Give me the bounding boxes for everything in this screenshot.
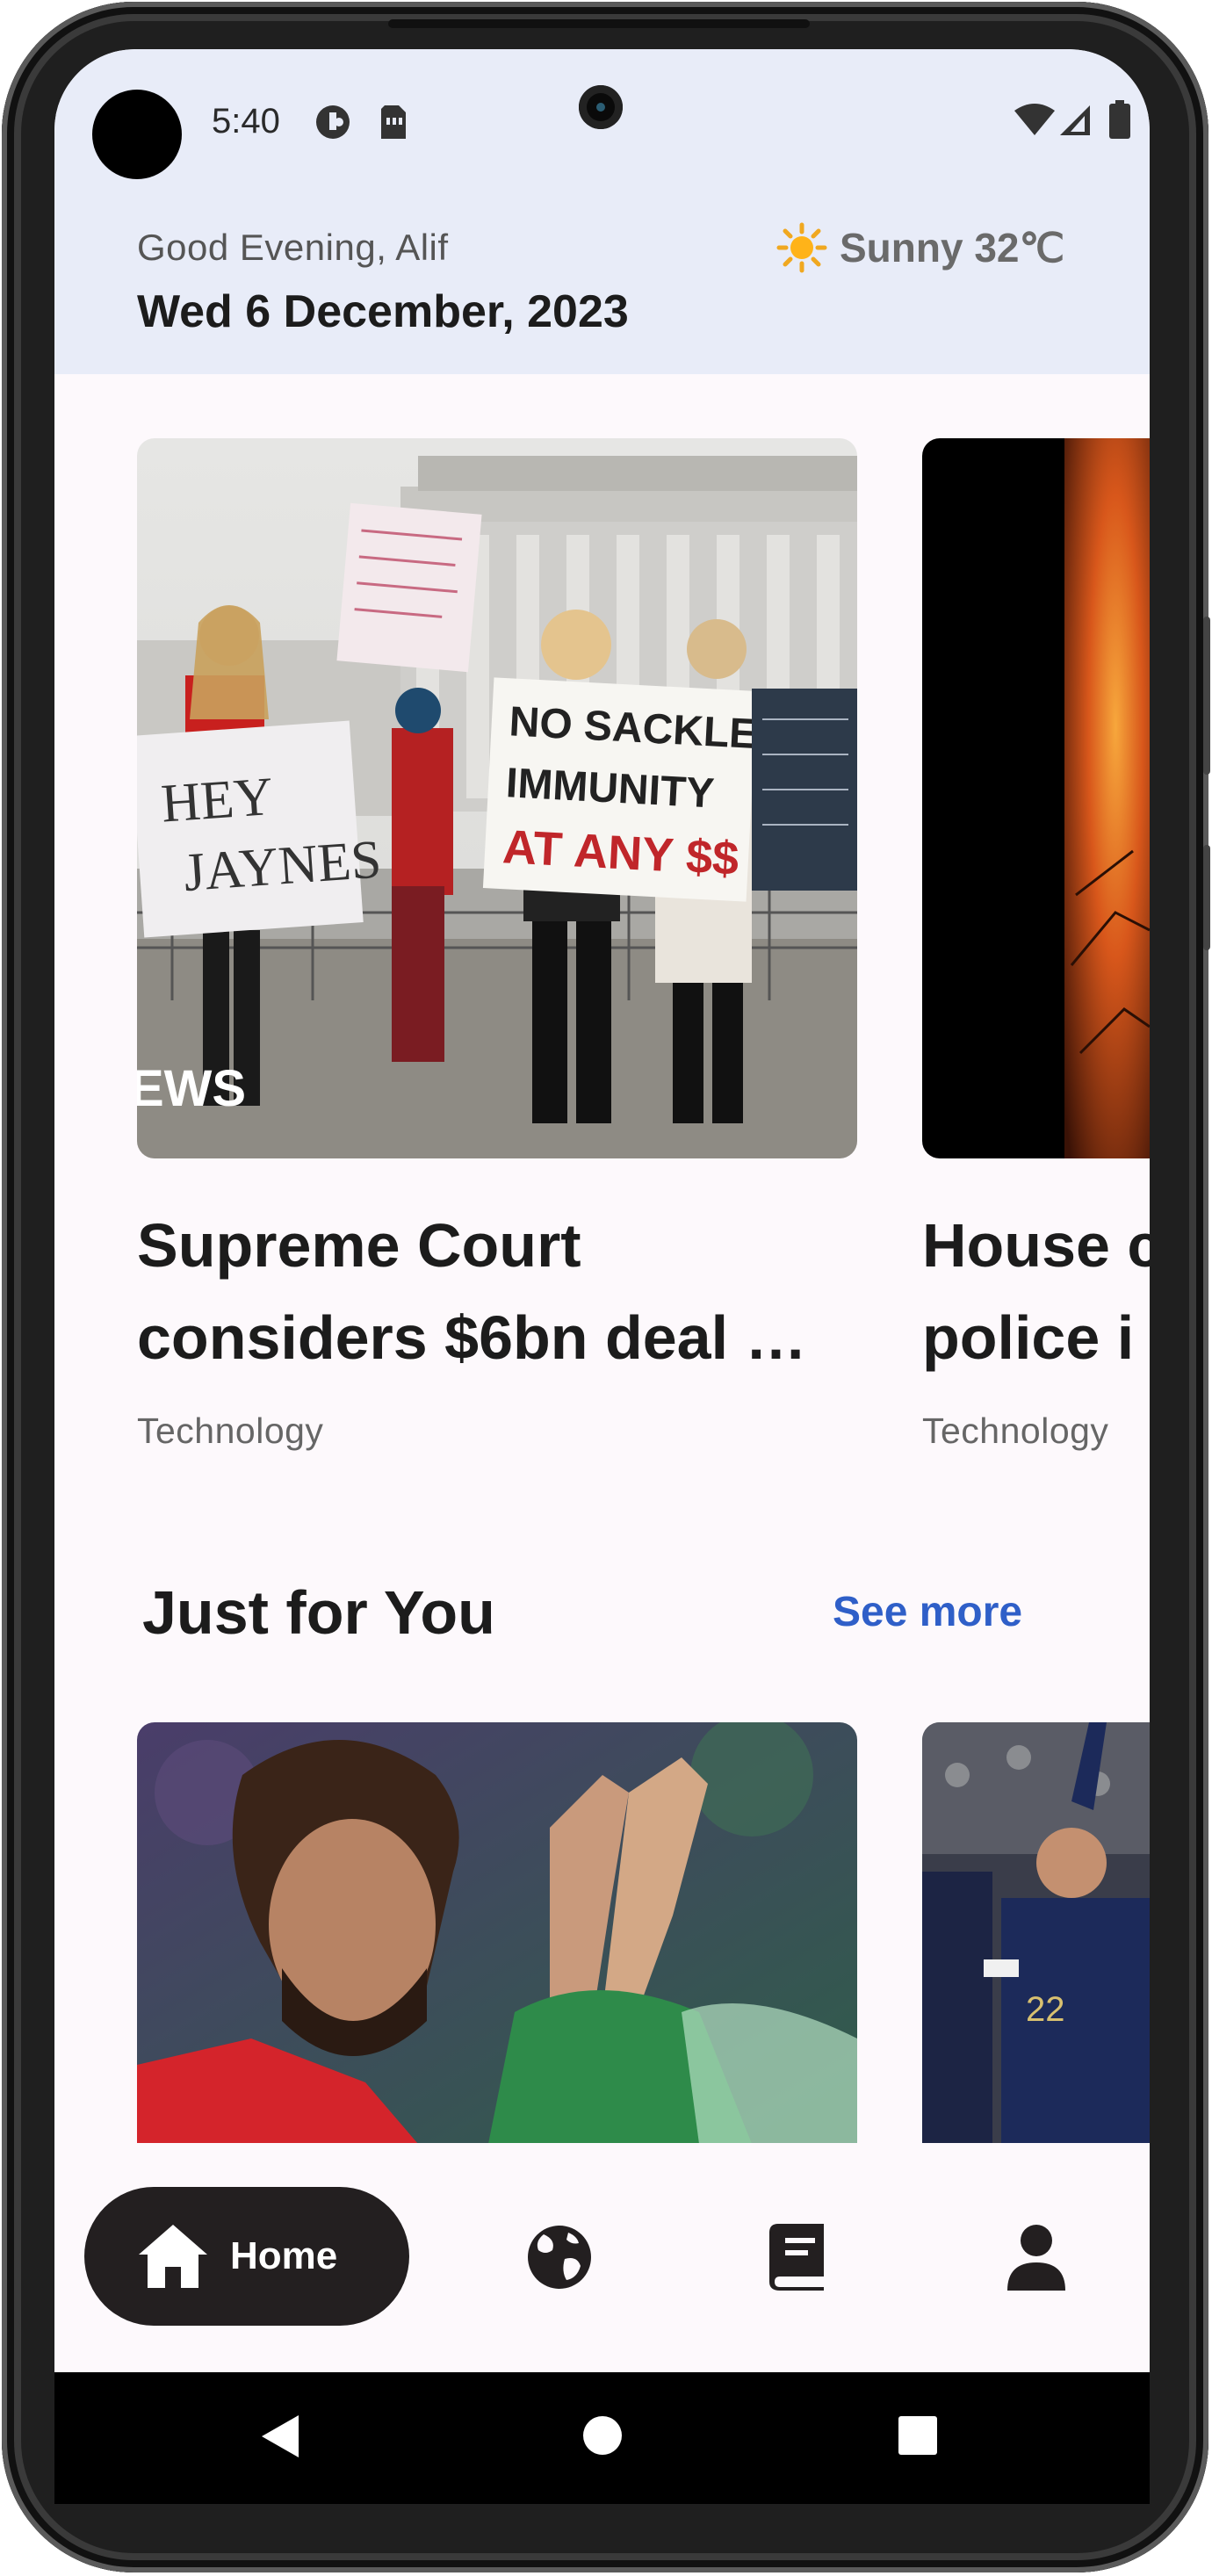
home-icon bbox=[139, 2225, 207, 2288]
weather-widget: Sunny 32℃ bbox=[776, 222, 1064, 273]
recents-icon[interactable] bbox=[898, 2415, 938, 2456]
headline-title-line1[interactable]: Supreme Court bbox=[137, 1200, 866, 1292]
svg-text:HEY: HEY bbox=[159, 767, 275, 834]
greeting-text: Good Evening, Alif bbox=[137, 227, 449, 268]
section-title: Just for You bbox=[142, 1578, 495, 1647]
globe-icon bbox=[528, 2226, 591, 2289]
book-icon bbox=[769, 2224, 824, 2291]
nav-explore-button[interactable] bbox=[520, 2218, 599, 2297]
volume-key bbox=[1203, 617, 1210, 775]
battery-icon bbox=[1109, 100, 1130, 139]
date-text: Wed 6 December, 2023 bbox=[137, 286, 629, 337]
see-more-link[interactable]: See more bbox=[833, 1588, 1022, 1636]
headline-image[interactable]: HEY JAYNES NO SACKLER IMMUNITY AT ANY $$… bbox=[137, 438, 857, 1158]
back-icon[interactable] bbox=[260, 2414, 300, 2459]
weather-text: Sunny 32℃ bbox=[840, 225, 1065, 271]
svg-text:22: 22 bbox=[1026, 1990, 1065, 2029]
sun-icon bbox=[776, 222, 827, 273]
nav-bookmarks-button[interactable] bbox=[759, 2218, 838, 2297]
wifi-icon bbox=[1014, 104, 1055, 135]
profile-icon bbox=[1007, 2225, 1065, 2291]
nav-home-button[interactable]: Home bbox=[84, 2187, 409, 2326]
headline-title-line2[interactable]: police i bbox=[922, 1292, 1150, 1384]
sim-card-icon bbox=[381, 105, 406, 139]
news-card-image[interactable]: 22 bbox=[922, 1722, 1150, 2144]
status-time: 5:40 bbox=[212, 102, 280, 141]
nav-profile-button[interactable] bbox=[997, 2218, 1076, 2297]
signal-icon bbox=[1060, 105, 1090, 135]
avatar[interactable] bbox=[92, 90, 182, 179]
image-watermark: EWS bbox=[137, 1060, 246, 1117]
headline-category: Technology bbox=[922, 1411, 1109, 1451]
data-saver-icon bbox=[316, 105, 350, 139]
headline-image[interactable] bbox=[922, 438, 1150, 1158]
headline-category: Technology bbox=[137, 1411, 324, 1451]
speaker-slot bbox=[388, 19, 810, 28]
news-card-image[interactable] bbox=[137, 1722, 857, 2144]
home-gesture-icon[interactable] bbox=[582, 2415, 623, 2456]
nav-home-label: Home bbox=[230, 2234, 338, 2277]
power-key bbox=[1203, 845, 1210, 950]
headline-title-line1[interactable]: House c bbox=[922, 1200, 1150, 1292]
front-camera bbox=[579, 85, 623, 129]
headline-title-line2[interactable]: considers $6bn deal … bbox=[137, 1292, 866, 1384]
